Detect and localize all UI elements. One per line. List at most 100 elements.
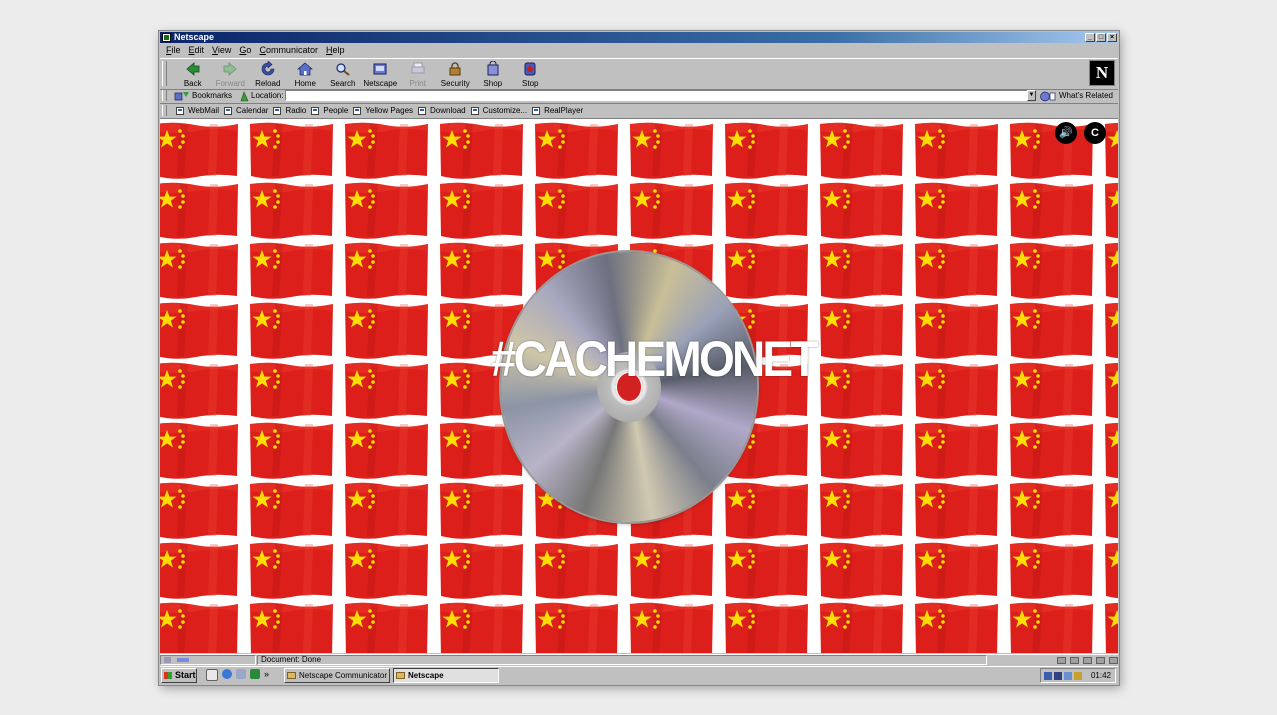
quicklaunch-more-icon[interactable]: » [264,669,269,681]
back-label: Back [183,79,202,88]
link-label: Radio [285,106,307,115]
back-button[interactable]: Back [174,60,212,88]
stop-label: Stop [522,79,539,88]
netscape-button[interactable]: Netscape [362,60,400,88]
cachemonet-badge-button[interactable]: C [1084,122,1106,144]
menu-view[interactable]: View [208,44,235,56]
stop-button[interactable]: Stop [512,60,550,88]
shop-button[interactable]: Shop [474,60,512,88]
start-button[interactable]: Start [161,668,197,683]
link-label: Yellow Pages [365,106,414,115]
home-label: Home [294,79,316,88]
personal-grip[interactable] [162,105,167,116]
tray-misc-icon[interactable] [1074,672,1082,680]
tray-display-icon[interactable] [1044,672,1052,680]
status-text: Document: Done [257,655,987,665]
bookmark-icon [532,106,541,115]
menu-edit[interactable]: Edit [185,44,209,56]
cachemonet-headline: #CACHEMONET [490,331,819,387]
link-radio[interactable]: Radio [273,104,306,117]
task-netscape[interactable]: Netscape [393,668,499,683]
newsgroups-icon[interactable] [1083,656,1092,664]
whats-related-label: What's Related [1059,91,1113,100]
search-label: Search [330,79,356,88]
search-icon [336,63,350,76]
link-customize[interactable]: Customize... [470,104,527,117]
internet-explorer-icon[interactable] [222,669,232,679]
reload-button[interactable]: Reload [249,60,287,88]
whats-related-icon [1040,91,1056,101]
print-label: Print [409,79,426,88]
bookmarks-button[interactable]: Bookmarks [174,90,232,102]
security-button[interactable]: Security [437,60,475,88]
menu-file[interactable]: File [162,44,185,56]
show-desktop-icon[interactable] [206,669,218,681]
tray-network-icon[interactable] [1054,672,1062,680]
link-label: WebMail [188,106,219,115]
link-label: People [323,106,349,115]
menu-help[interactable]: Help [322,44,349,56]
location-label-text: Location: [251,91,284,100]
task-netscape-communicator[interactable]: Netscape Communicator [284,668,390,683]
page-proxy-icon[interactable] [240,90,249,102]
status-bar: Document: Done [160,654,1118,666]
title-bar[interactable]: Netscape _ □ × [160,32,1118,43]
composer-icon[interactable] [1109,656,1118,664]
security-status-area[interactable] [160,655,256,665]
maximize-button[interactable]: □ [1096,33,1106,42]
toolbar-grip[interactable] [162,61,167,86]
netscape-label: Netscape [363,79,398,88]
link-people[interactable]: People [311,104,348,117]
stop-icon [524,62,536,76]
search-button[interactable]: Search [324,60,362,88]
lock-icon [449,62,461,76]
printer-icon [411,62,425,74]
start-label: Start [175,670,196,680]
navigation-toolbar: Back Forward Reload Home Search Netscape [160,58,1118,90]
taskbar-clock[interactable]: 01:42 [1091,669,1111,682]
location-dropdown-button[interactable]: ▼ [1027,90,1036,101]
netscape-icon [373,63,387,75]
whats-related-button[interactable]: What's Related [1040,90,1113,102]
mail-icon[interactable] [1070,656,1079,664]
task-label: Netscape Communicator [299,671,388,680]
connection-status-icon [164,657,189,663]
forward-button[interactable]: Forward [212,60,250,88]
bookmark-icon [223,106,232,115]
menu-go[interactable]: Go [235,44,255,56]
bookmarks-label: Bookmarks [192,91,233,100]
personal-toolbar: WebMail Calendar Radio People Yellow Pag… [160,104,1118,117]
home-icon [297,62,314,76]
navigator-icon[interactable] [1057,656,1066,664]
tray-volume-icon[interactable] [1064,672,1072,680]
bookmarks-icon [174,92,189,101]
location-toolbar: Bookmarks Location: ▼ What's Related [160,89,1118,104]
page-content: #CACHEMONET 🔊 C [160,118,1118,653]
sound-toggle-button[interactable]: 🔊 [1055,122,1077,144]
home-button[interactable]: Home [287,60,325,88]
print-button[interactable]: Print [399,60,437,88]
netscape-logo[interactable]: N [1089,60,1115,86]
outlook-icon[interactable] [236,669,246,679]
minimize-button[interactable]: _ [1085,33,1095,42]
security-label: Security [440,79,470,88]
speaker-icon: 🔊 [1059,127,1073,139]
window-title: Netscape [174,32,215,42]
back-arrow-icon [186,62,200,76]
menu-communicator[interactable]: Communicator [255,44,322,56]
menu-bar: File Edit View Go Communicator Help [162,44,348,56]
link-webmail[interactable]: WebMail [176,104,219,117]
quick-launch: » [206,669,269,681]
chevron-down-icon: ▼ [1028,92,1035,98]
window-controls: _ □ × [1085,33,1117,42]
address-book-icon[interactable] [1096,656,1105,664]
location-input[interactable] [285,90,1029,101]
link-download[interactable]: Download [418,104,466,117]
location-grip[interactable] [162,90,167,101]
link-yellow-pages[interactable]: Yellow Pages [353,104,413,117]
link-realplayer[interactable]: RealPlayer [532,104,583,117]
netscape-quicklaunch-icon[interactable] [250,669,260,679]
link-calendar[interactable]: Calendar [223,104,268,117]
close-button[interactable]: × [1107,33,1117,42]
reload-label: Reload [255,79,281,88]
